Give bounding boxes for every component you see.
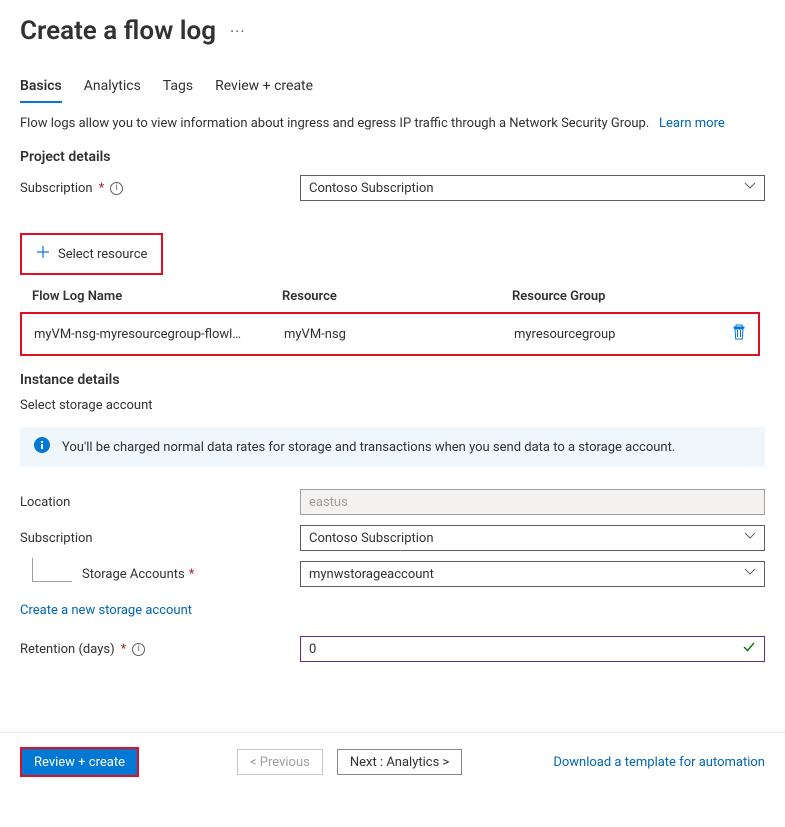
plus-icon	[36, 245, 50, 263]
storage-account-select[interactable]: mynwstorageaccount	[300, 561, 765, 587]
check-icon	[742, 640, 756, 658]
footer: Review + create < Previous Next : Analyt…	[0, 732, 785, 791]
instance-details-heading: Instance details	[20, 372, 765, 388]
create-storage-account-link[interactable]: Create a new storage account	[20, 603, 192, 618]
subscription-select[interactable]: Contoso Subscription	[300, 175, 765, 201]
cell-resource-group: myresourcegroup	[514, 327, 716, 342]
select-resource-button[interactable]: Select resource	[20, 233, 163, 275]
location-label: Location	[20, 495, 70, 510]
storage-subscription-label: Subscription	[20, 531, 93, 546]
info-banner: You'll be charged normal data rates for …	[20, 427, 765, 467]
description-text: Flow logs allow you to view information …	[20, 116, 649, 131]
required-indicator: *	[121, 642, 127, 657]
location-value: eastus	[309, 495, 348, 510]
info-icon[interactable]: i	[132, 643, 145, 656]
storage-subscription-value: Contoso Subscription	[309, 531, 434, 546]
next-button[interactable]: Next : Analytics >	[337, 749, 462, 775]
download-template-link[interactable]: Download a template for automation	[553, 755, 765, 770]
retention-label: Retention (days)	[20, 642, 115, 657]
resource-table-header: Flow Log Name Resource Resource Group	[20, 289, 760, 312]
tabs: Basics Analytics Tags Review + create	[20, 72, 765, 102]
tree-connector	[32, 558, 72, 582]
select-resource-label: Select resource	[58, 247, 147, 262]
description: Flow logs allow you to view information …	[20, 116, 765, 131]
info-icon[interactable]: i	[110, 182, 123, 195]
cell-flow-log-name: myVM-nsg-myresourcegroup-flowl…	[34, 327, 284, 342]
storage-accounts-label: Storage Accounts	[82, 567, 185, 582]
info-banner-text: You'll be charged normal data rates for …	[62, 440, 675, 455]
table-row: myVM-nsg-myresourcegroup-flowl… myVM-nsg…	[20, 312, 760, 356]
subscription-value: Contoso Subscription	[309, 181, 434, 196]
chevron-down-icon	[744, 180, 756, 196]
storage-account-value: mynwstorageaccount	[309, 567, 434, 582]
review-create-button[interactable]: Review + create	[20, 747, 139, 777]
location-field: eastus	[300, 489, 765, 515]
col-resource-group: Resource Group	[512, 289, 718, 304]
tab-tags[interactable]: Tags	[163, 72, 193, 102]
tab-basics[interactable]: Basics	[20, 72, 62, 102]
instance-subtitle: Select storage account	[20, 398, 765, 413]
cell-resource: myVM-nsg	[284, 327, 514, 342]
delete-icon[interactable]	[732, 329, 746, 344]
retention-input[interactable]: 0	[300, 636, 765, 662]
learn-more-link[interactable]: Learn more	[659, 116, 725, 131]
more-actions-icon[interactable]: ···	[230, 22, 246, 41]
previous-button: < Previous	[237, 749, 323, 775]
info-icon	[34, 437, 50, 457]
subscription-label: Subscription	[20, 181, 93, 196]
storage-subscription-select[interactable]: Contoso Subscription	[300, 525, 765, 551]
required-indicator: *	[99, 181, 105, 196]
col-resource: Resource	[282, 289, 512, 304]
tab-analytics[interactable]: Analytics	[84, 72, 141, 102]
project-details-heading: Project details	[20, 149, 765, 165]
chevron-down-icon	[744, 566, 756, 582]
required-indicator: *	[189, 567, 195, 582]
retention-value: 0	[309, 642, 316, 657]
page-title: Create a flow log	[20, 16, 216, 46]
col-flow-log-name: Flow Log Name	[32, 289, 282, 304]
chevron-down-icon	[744, 530, 756, 546]
tab-review-create[interactable]: Review + create	[215, 72, 313, 102]
